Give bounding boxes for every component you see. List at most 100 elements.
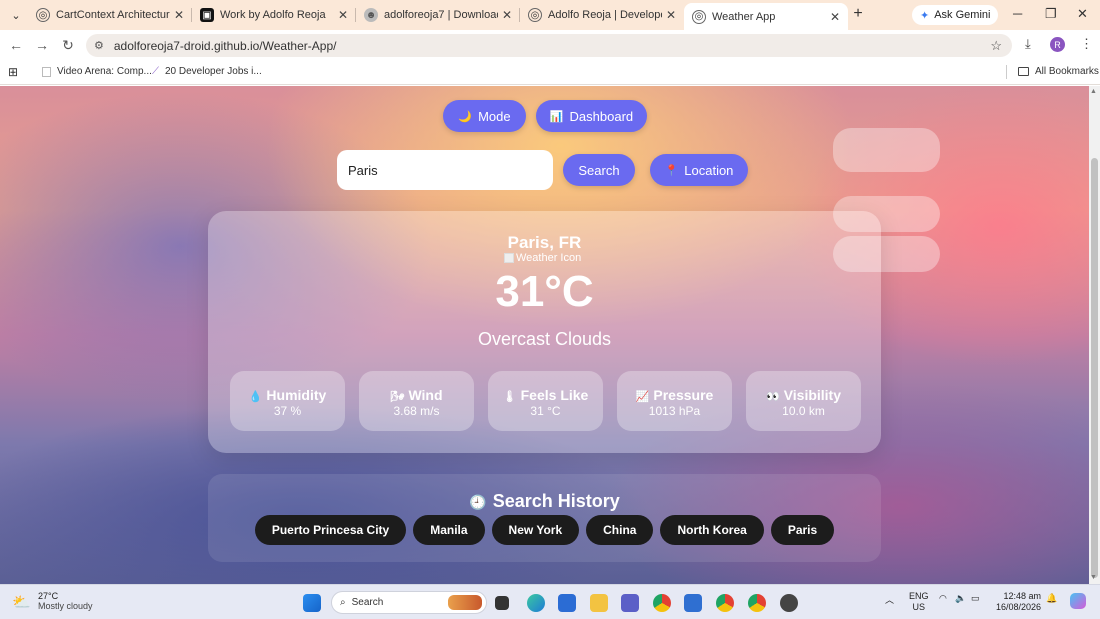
scroll-up-icon[interactable]: ▲ bbox=[1090, 88, 1097, 95]
site-info-icon[interactable]: ⚙ bbox=[94, 39, 104, 52]
file-explorer-icon[interactable] bbox=[590, 594, 608, 612]
history-chips: Puerto Princesa City Manila New York Chi… bbox=[208, 515, 881, 545]
history-chip-manila[interactable]: Manila bbox=[413, 515, 485, 545]
forward-icon[interactable]: → bbox=[29, 37, 55, 53]
search-icon: ⌕ bbox=[340, 597, 346, 608]
ghost-panel bbox=[833, 128, 940, 172]
all-bookmarks-button[interactable]: All Bookmarks bbox=[1018, 66, 1099, 77]
notification-bell-icon[interactable]: 🔔 bbox=[1046, 593, 1057, 604]
history-chip-china[interactable]: China bbox=[586, 515, 654, 545]
store-icon[interactable] bbox=[684, 594, 702, 612]
stat-label: Visibility bbox=[783, 387, 842, 403]
chrome-active-icon[interactable] bbox=[748, 594, 766, 612]
history-chip-paris[interactable]: Paris bbox=[770, 515, 835, 545]
temperature: 31°C bbox=[495, 267, 594, 316]
taskbar-search-label: Search bbox=[351, 597, 384, 608]
close-icon[interactable]: ✕ bbox=[174, 8, 184, 22]
lang-region: US bbox=[912, 602, 926, 612]
chrome-profile-icon[interactable] bbox=[716, 594, 734, 612]
tab-title: adolforeoja7 | Download Unit bbox=[384, 9, 498, 21]
reload-icon[interactable]: ↻ bbox=[55, 37, 81, 54]
weather-card: Paris, FR Weather Icon 31°C Overcast Clo… bbox=[208, 211, 881, 453]
close-icon[interactable]: ✕ bbox=[666, 8, 676, 22]
word-icon[interactable] bbox=[558, 594, 576, 612]
start-icon[interactable] bbox=[303, 594, 321, 612]
window-close-icon[interactable]: ✕ bbox=[1077, 6, 1088, 22]
history-chip-new-york[interactable]: New York bbox=[491, 515, 580, 545]
copilot-icon[interactable] bbox=[1070, 593, 1086, 609]
close-icon[interactable]: ✕ bbox=[502, 8, 512, 22]
chrome-icon[interactable] bbox=[653, 594, 671, 612]
address-bar: ← → ↻ ⚙ adolforeoja7-droid.github.io/Wea… bbox=[0, 30, 1100, 60]
close-icon[interactable]: ✕ bbox=[830, 10, 840, 24]
dashboard-label: Dashboard bbox=[569, 108, 634, 124]
tab-weather-app[interactable]: ◎ Weather App ✕ bbox=[684, 3, 848, 30]
github-desktop-icon[interactable] bbox=[780, 594, 798, 612]
tab-work-by-adolfo[interactable]: ▣ Work by Adolfo Reoja ✕ bbox=[192, 0, 356, 30]
tab-cartcontext[interactable]: ◎ CartContext Architecture Fix ✕ bbox=[28, 0, 192, 30]
bookmark-label: Video Arena: Comp... bbox=[57, 66, 152, 77]
taskbar-search[interactable]: ⌕ Search bbox=[331, 591, 487, 614]
restore-icon[interactable]: ❐ bbox=[1045, 6, 1057, 22]
task-view-icon[interactable] bbox=[495, 596, 509, 610]
pin-icon: 📍 bbox=[664, 164, 679, 177]
bookmark-video-arena[interactable]: Video Arena: Comp... bbox=[42, 66, 152, 77]
thermometer-icon: 🌡 bbox=[502, 391, 517, 403]
weather-app-page: 🌙 Mode 📊 Dashboard Search 📍 Location Par… bbox=[0, 86, 1089, 584]
stat-value: 37 % bbox=[273, 404, 302, 418]
stat-value: 1013 hPa bbox=[648, 404, 701, 418]
scroll-down-icon[interactable]: ▼ bbox=[1090, 574, 1097, 581]
bookmark-developer-jobs[interactable]: ⟋ 20 Developer Jobs i... bbox=[152, 66, 262, 77]
taskbar-weather-temp: 27°C bbox=[38, 591, 59, 601]
avatar[interactable]: R bbox=[1050, 37, 1065, 52]
language-indicator[interactable]: ENG US bbox=[909, 591, 929, 613]
edge-icon[interactable] bbox=[527, 594, 545, 612]
folder-icon bbox=[1018, 67, 1029, 76]
search-button[interactable]: Search bbox=[563, 154, 635, 186]
eyes-icon: 👀 bbox=[765, 391, 780, 403]
tab-search-icon[interactable]: ⌄ bbox=[2, 4, 30, 26]
lang-code: ENG bbox=[909, 591, 929, 601]
apps-grid-icon[interactable]: ⊞ bbox=[8, 65, 18, 79]
location-button[interactable]: 📍 Location bbox=[650, 154, 748, 186]
pressure-card: 📈 Pressure 1013 hPa bbox=[617, 371, 732, 431]
gemini-icon: ✦ bbox=[920, 9, 930, 22]
teams-icon[interactable] bbox=[621, 594, 639, 612]
clock[interactable]: 12:48 am 16/08/2026 bbox=[996, 591, 1041, 613]
history-chip-north-korea[interactable]: North Korea bbox=[660, 515, 764, 545]
show-hidden-icons[interactable]: ︿ bbox=[885, 593, 894, 606]
ask-gemini-button[interactable]: ✦ Ask Gemini bbox=[912, 5, 999, 25]
dashboard-button[interactable]: 📊 Dashboard bbox=[536, 100, 647, 132]
minimize-icon[interactable]: ─ bbox=[1013, 6, 1022, 21]
menu-icon[interactable]: ⋮ bbox=[1080, 36, 1093, 52]
stat-label: Wind bbox=[408, 387, 443, 403]
url-text: adolforeoja7-droid.github.io/Weather-App… bbox=[113, 38, 337, 53]
url-field[interactable]: ⚙ adolforeoja7-droid.github.io/Weather-A… bbox=[86, 34, 1012, 57]
profile-icon: ☻ bbox=[364, 8, 378, 22]
bookmark-label: 20 Developer Jobs i... bbox=[165, 66, 262, 77]
bookmark-star-icon[interactable]: ☆ bbox=[990, 38, 1002, 54]
humidity-card: 💧 Humidity 37 % bbox=[230, 371, 345, 431]
weather-icon-alt: Weather Icon bbox=[516, 252, 582, 264]
wifi-icon[interactable]: ◠ bbox=[939, 593, 947, 604]
page-scrollbar[interactable]: ▲ ▼ bbox=[1089, 86, 1100, 584]
battery-icon[interactable]: ▭ bbox=[971, 593, 980, 604]
tab-title: Work by Adolfo Reoja bbox=[220, 9, 326, 21]
visibility-card: 👀 Visibility 10.0 km bbox=[746, 371, 861, 431]
feather-icon: ⟋ bbox=[152, 66, 159, 77]
close-icon[interactable]: ✕ bbox=[338, 8, 348, 22]
new-tab-button[interactable]: + bbox=[844, 5, 872, 23]
volume-icon[interactable]: 🔈 bbox=[955, 593, 966, 604]
taskbar-weather-widget[interactable]: ⛅ 27°C Mostly cloudy bbox=[12, 591, 93, 611]
tab-developer-portfolio[interactable]: ◎ Adolfo Reoja | Developer Port ✕ bbox=[520, 0, 684, 30]
feels-like-card: 🌡 Feels Like 31 °C bbox=[488, 371, 603, 431]
chart-icon: 📊 bbox=[549, 110, 564, 123]
scrollbar-thumb[interactable] bbox=[1091, 158, 1098, 578]
tab-adolforeoja7[interactable]: ☻ adolforeoja7 | Download Unit ✕ bbox=[356, 0, 520, 30]
back-icon[interactable]: ← bbox=[3, 37, 29, 53]
city-search-input[interactable] bbox=[337, 150, 553, 190]
tab-title: Adolfo Reoja | Developer Port bbox=[548, 9, 662, 21]
history-chip-puerto-princesa[interactable]: Puerto Princesa City bbox=[254, 515, 407, 545]
mode-toggle-button[interactable]: 🌙 Mode bbox=[443, 100, 526, 132]
download-icon[interactable]: ⤓ bbox=[1025, 36, 1031, 52]
